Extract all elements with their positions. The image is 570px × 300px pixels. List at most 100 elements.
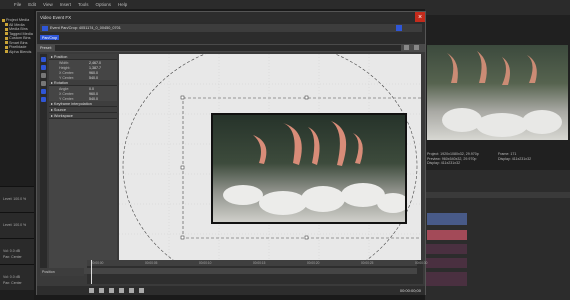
pan-crop-chip[interactable]: Pan/Crop <box>40 35 60 40</box>
fx-chain-bar: Event Pan/Crop: 4051174_0_00450_0701 Pan… <box>37 22 425 44</box>
tree-item-label: Smart Bins <box>9 40 28 45</box>
delete-preset-icon[interactable] <box>414 45 419 50</box>
track-header: Vol: 0.0 dB Pan: Center <box>0 264 34 290</box>
preset-dropdown[interactable] <box>55 45 401 51</box>
section-title: Source <box>53 107 66 112</box>
fx-tab[interactable]: Event Pan/Crop: 4051174_0_00450_0701 <box>40 24 422 32</box>
transport-bar: 00:00:00;00 <box>37 286 425 295</box>
folder-icon <box>2 18 5 22</box>
add-keyframe-icon[interactable] <box>139 288 144 293</box>
normal-edit-tool-icon[interactable] <box>41 65 46 70</box>
menu-insert[interactable]: Insert <box>60 2 71 7</box>
section-title: Keyframe interpolation <box>53 101 92 106</box>
next-keyframe-icon[interactable] <box>119 288 124 293</box>
menu-help[interactable]: Help <box>118 2 127 7</box>
expand-icon[interactable]: ▸ <box>51 113 53 118</box>
property-value[interactable]: 0.0 <box>89 87 94 91</box>
menu-tools[interactable]: Tools <box>78 2 89 7</box>
ruler-tick: 00:00:10 <box>199 260 212 265</box>
ruler-tick: 00:00:05 <box>145 260 158 265</box>
expand-icon[interactable]: ▸ <box>51 54 53 59</box>
property-value[interactable]: 960.0 <box>89 92 98 96</box>
track-level: Vol: 0.0 dB <box>3 249 20 253</box>
tree-item-label: All Media <box>9 22 25 27</box>
fx-blue-toggle-icon[interactable] <box>396 25 402 31</box>
track-level: Level: 100.0 % <box>3 197 27 201</box>
track-header: Level: 100.0 % <box>0 212 34 238</box>
property-name: Angle: <box>59 86 70 91</box>
pan-crop-canvas[interactable] <box>119 54 421 266</box>
folder-icon <box>5 32 8 36</box>
menu-options[interactable]: Options <box>96 2 112 7</box>
frame-info-line: Display: 411x231x32 <box>498 156 532 161</box>
folder-icon <box>5 23 8 27</box>
ruler-tick: 00:00:00 <box>91 260 104 265</box>
expand-icon[interactable]: ▸ <box>51 107 53 112</box>
property-name: X Center: <box>59 70 75 75</box>
preset-label: Preset: <box>40 46 53 50</box>
preview-info-right: Frame: 171 Display: 411x231x32 <box>498 152 531 161</box>
property-name: Y Center: <box>59 96 75 101</box>
clip-audio-3[interactable] <box>425 272 467 286</box>
clip-video-1[interactable] <box>427 213 467 225</box>
keyframe-track[interactable] <box>87 268 417 274</box>
size-about-center-icon[interactable] <box>41 89 46 94</box>
video-event-fx-window: Video Event FX × Event Pan/Crop: 4051174… <box>36 11 428 295</box>
track-level: Level: 100.0 % <box>3 223 27 227</box>
ruler-tick: 00:00:30 <box>415 260 428 265</box>
play-icon[interactable] <box>109 288 114 293</box>
clip-audio-2[interactable] <box>425 258 467 268</box>
zoom-tool-icon[interactable] <box>41 73 46 78</box>
tree-item-label: Tagged Media <box>9 31 33 36</box>
position-label: Position <box>40 268 84 276</box>
first-keyframe-icon[interactable] <box>89 288 94 293</box>
ruler-tick: 00:00:20 <box>307 260 320 265</box>
fx-icon <box>42 25 48 31</box>
menu-file[interactable]: File <box>14 2 21 7</box>
save-preset-icon[interactable] <box>404 45 409 50</box>
property-section[interactable]: ▸ Workspace <box>49 113 117 119</box>
tree-item-label: Pixelblade <box>9 45 27 50</box>
section-title: Workspace <box>53 113 73 118</box>
timeline-region <box>425 170 570 300</box>
tree-item-label: Alpha Blends <box>9 49 32 54</box>
folder-icon <box>5 27 8 31</box>
close-button[interactable]: × <box>415 12 425 22</box>
move-free-icon[interactable] <box>41 97 46 102</box>
menu-view[interactable]: View <box>43 2 53 7</box>
preview-image <box>427 45 568 140</box>
folder-icon <box>5 41 8 45</box>
menu-edit[interactable]: Edit <box>28 2 36 7</box>
section-title: Position <box>53 54 68 59</box>
property-value[interactable]: 540.0 <box>89 97 98 101</box>
tree-item-label: Media Bins <box>9 27 28 32</box>
preview-info-line: Project: 1920x1080x32, 29.970p <box>427 152 479 156</box>
track-pan: Pan: Center <box>3 255 22 259</box>
tree-item[interactable]: Alpha Blends <box>2 50 34 55</box>
track-header: Level: 100.0 % <box>0 186 34 212</box>
prev-keyframe-icon[interactable] <box>99 288 104 293</box>
tree-item-label: Custom Bins <box>9 36 31 41</box>
lock-aspect-icon[interactable] <box>41 81 46 86</box>
property-value[interactable]: 2,467.0 <box>89 61 101 65</box>
source-image <box>211 113 407 224</box>
title-bar: Video Event FX × <box>37 12 425 22</box>
property-value[interactable]: 540.0 <box>89 76 98 80</box>
expand-icon[interactable]: ▸ <box>51 80 53 85</box>
property-value[interactable]: 1,387.7 <box>89 66 101 70</box>
last-keyframe-icon[interactable] <box>129 288 134 293</box>
folder-icon <box>5 50 8 54</box>
folder-icon <box>5 36 8 40</box>
properties-panel: ▸ Position Width: 2,467.0 Height: 1,387.7 X Ce… <box>49 54 117 274</box>
ruler-tick: 00:00:25 <box>361 260 374 265</box>
clip-video-2[interactable] <box>427 230 467 240</box>
preview-info-left: Project: 1920x1080x32, 29.970p Preview: 9… <box>427 152 479 166</box>
ruler <box>425 192 570 198</box>
clip-audio-1[interactable] <box>425 244 467 254</box>
expand-icon[interactable]: ▸ <box>51 101 53 106</box>
show-properties-icon[interactable] <box>41 57 46 62</box>
folder-icon <box>5 45 8 49</box>
property-value[interactable]: 960.0 <box>89 71 98 75</box>
playhead[interactable] <box>91 260 92 284</box>
track-pan: Pan: Center <box>3 281 22 285</box>
